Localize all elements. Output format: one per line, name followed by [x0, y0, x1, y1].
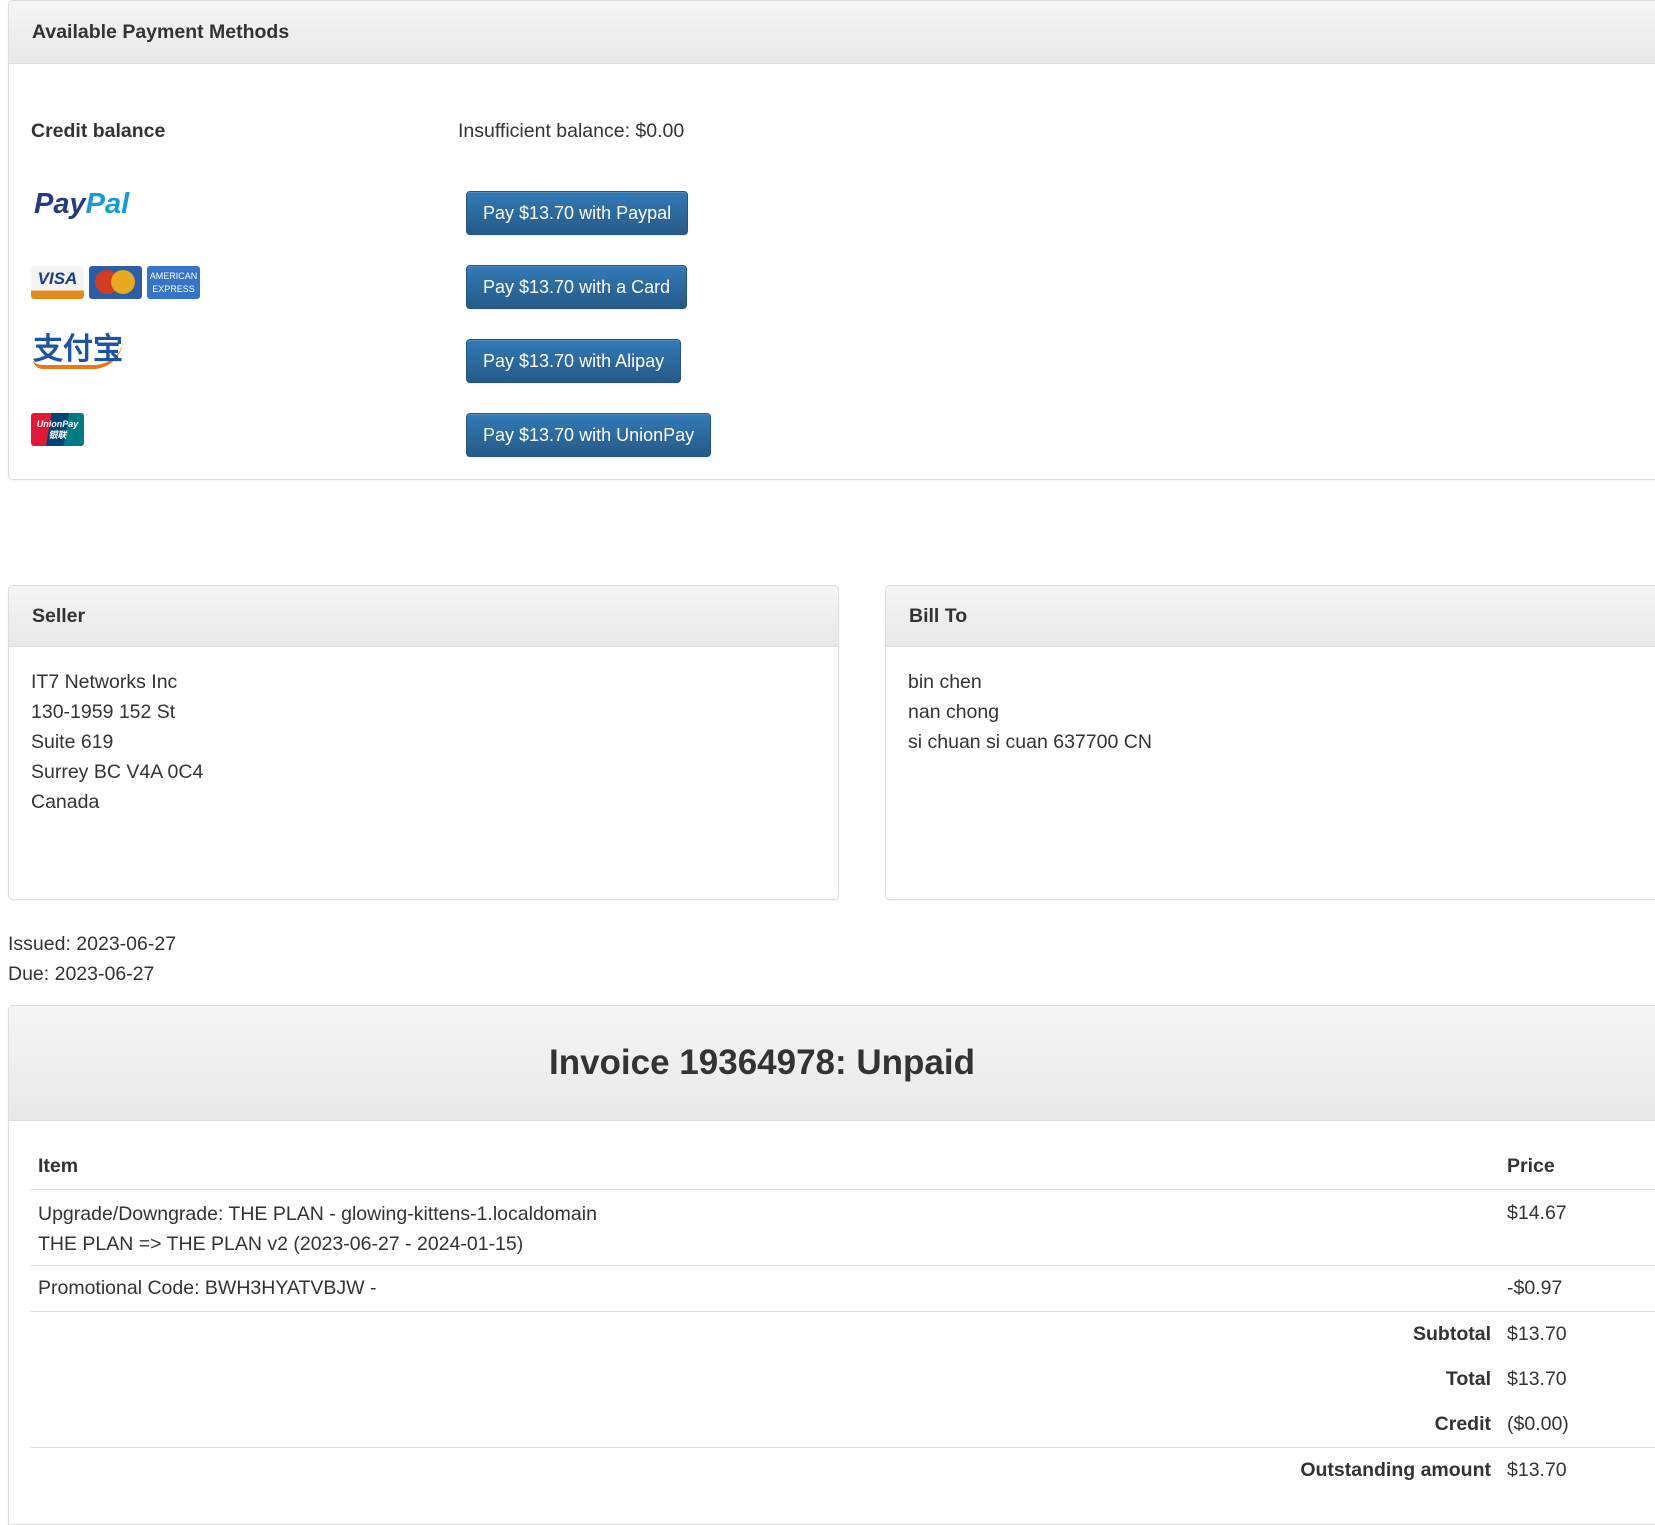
promo-description: Promotional Code: BWH3HYATVBJW - — [38, 1277, 377, 1299]
payment-methods-panel: Available Payment Methods Credit balance… — [8, 0, 1655, 480]
panel-heading: Bill To — [886, 586, 1655, 647]
pay-unionpay-button[interactable]: Pay $13.70 with UnionPay — [466, 413, 712, 457]
alipay-logo: 支付宝 — [33, 335, 123, 369]
card-logos: VISA AMERICAN EXPRESS — [31, 266, 200, 299]
outstanding-value: $13.70 — [1507, 1459, 1567, 1481]
paypal-logo: PayPal — [34, 188, 130, 220]
credit-value: ($0.00) — [1507, 1413, 1569, 1435]
address-line: nan chong — [908, 701, 1000, 723]
bill-to-title: Bill To — [909, 604, 968, 627]
address-line: IT7 Networks Inc — [31, 671, 178, 693]
column-header-item: Item — [38, 1155, 79, 1177]
item-line: THE PLAN => THE PLAN v2 (2023-06-27 - 20… — [38, 1233, 524, 1255]
pay-alipay-button[interactable]: Pay $13.70 with Alipay — [466, 339, 682, 383]
panel-heading: Invoice 19364978: Unpaid — [9, 1006, 1655, 1121]
invoice-title: Invoice 19364978: Unpaid — [548, 1043, 976, 1082]
mastercard-icon — [89, 266, 142, 299]
unionpay-logo: UnionPay 银联 — [31, 413, 84, 446]
credit-balance-label: Credit balance — [31, 120, 166, 142]
divider — [30, 1447, 1655, 1448]
total-label: Total — [1445, 1368, 1491, 1390]
issued-date: Issued: 2023-06-27 — [8, 933, 177, 955]
divider — [30, 1311, 1655, 1312]
divider — [30, 1189, 1655, 1190]
credit-label: Credit — [1434, 1413, 1491, 1435]
subtotal-label: Subtotal — [1413, 1323, 1491, 1345]
address-line: Canada — [31, 791, 100, 813]
outstanding-label: Outstanding amount — [1300, 1459, 1491, 1481]
subtotal-value: $13.70 — [1507, 1323, 1567, 1345]
amex-icon: AMERICAN EXPRESS — [147, 266, 200, 299]
credit-balance-status: Insufficient balance: $0.00 — [458, 120, 685, 142]
visa-icon: VISA — [31, 266, 84, 299]
address-line: 130-1959 152 St — [31, 701, 176, 723]
panel-heading: Available Payment Methods — [9, 1, 1655, 64]
address-line: Surrey BC V4A 0C4 — [31, 761, 204, 783]
address-line: si chuan si cuan 637700 CN — [908, 731, 1152, 753]
divider — [30, 1265, 1655, 1266]
seller-address: IT7 Networks Inc 130-1959 152 St Suite 6… — [9, 647, 838, 837]
due-date: Due: 2023-06-27 — [8, 963, 155, 985]
seller-panel: Seller IT7 Networks Inc 130-1959 152 St … — [8, 585, 839, 900]
pay-paypal-button[interactable]: Pay $13.70 with Paypal — [466, 191, 689, 235]
pay-card-button[interactable]: Pay $13.70 with a Card — [466, 265, 688, 309]
promo-price: -$0.97 — [1507, 1277, 1563, 1299]
line-item-description: Upgrade/Downgrade: THE PLAN - glowing-ki… — [38, 1199, 597, 1259]
bill-to-panel: Bill To bin chen nan chong si chuan si c… — [885, 585, 1655, 900]
address-line: Suite 619 — [31, 731, 114, 753]
address-line: bin chen — [908, 671, 982, 693]
line-item-price: $14.67 — [1507, 1202, 1567, 1224]
seller-title: Seller — [32, 604, 86, 627]
panel-title: Available Payment Methods — [32, 20, 290, 43]
bill-to-address: bin chen nan chong si chuan si cuan 6377… — [886, 647, 1655, 777]
column-header-price: Price — [1507, 1155, 1555, 1177]
panel-heading: Seller — [9, 586, 838, 647]
item-line: Upgrade/Downgrade: THE PLAN - glowing-ki… — [38, 1203, 597, 1225]
total-value: $13.70 — [1507, 1368, 1567, 1390]
